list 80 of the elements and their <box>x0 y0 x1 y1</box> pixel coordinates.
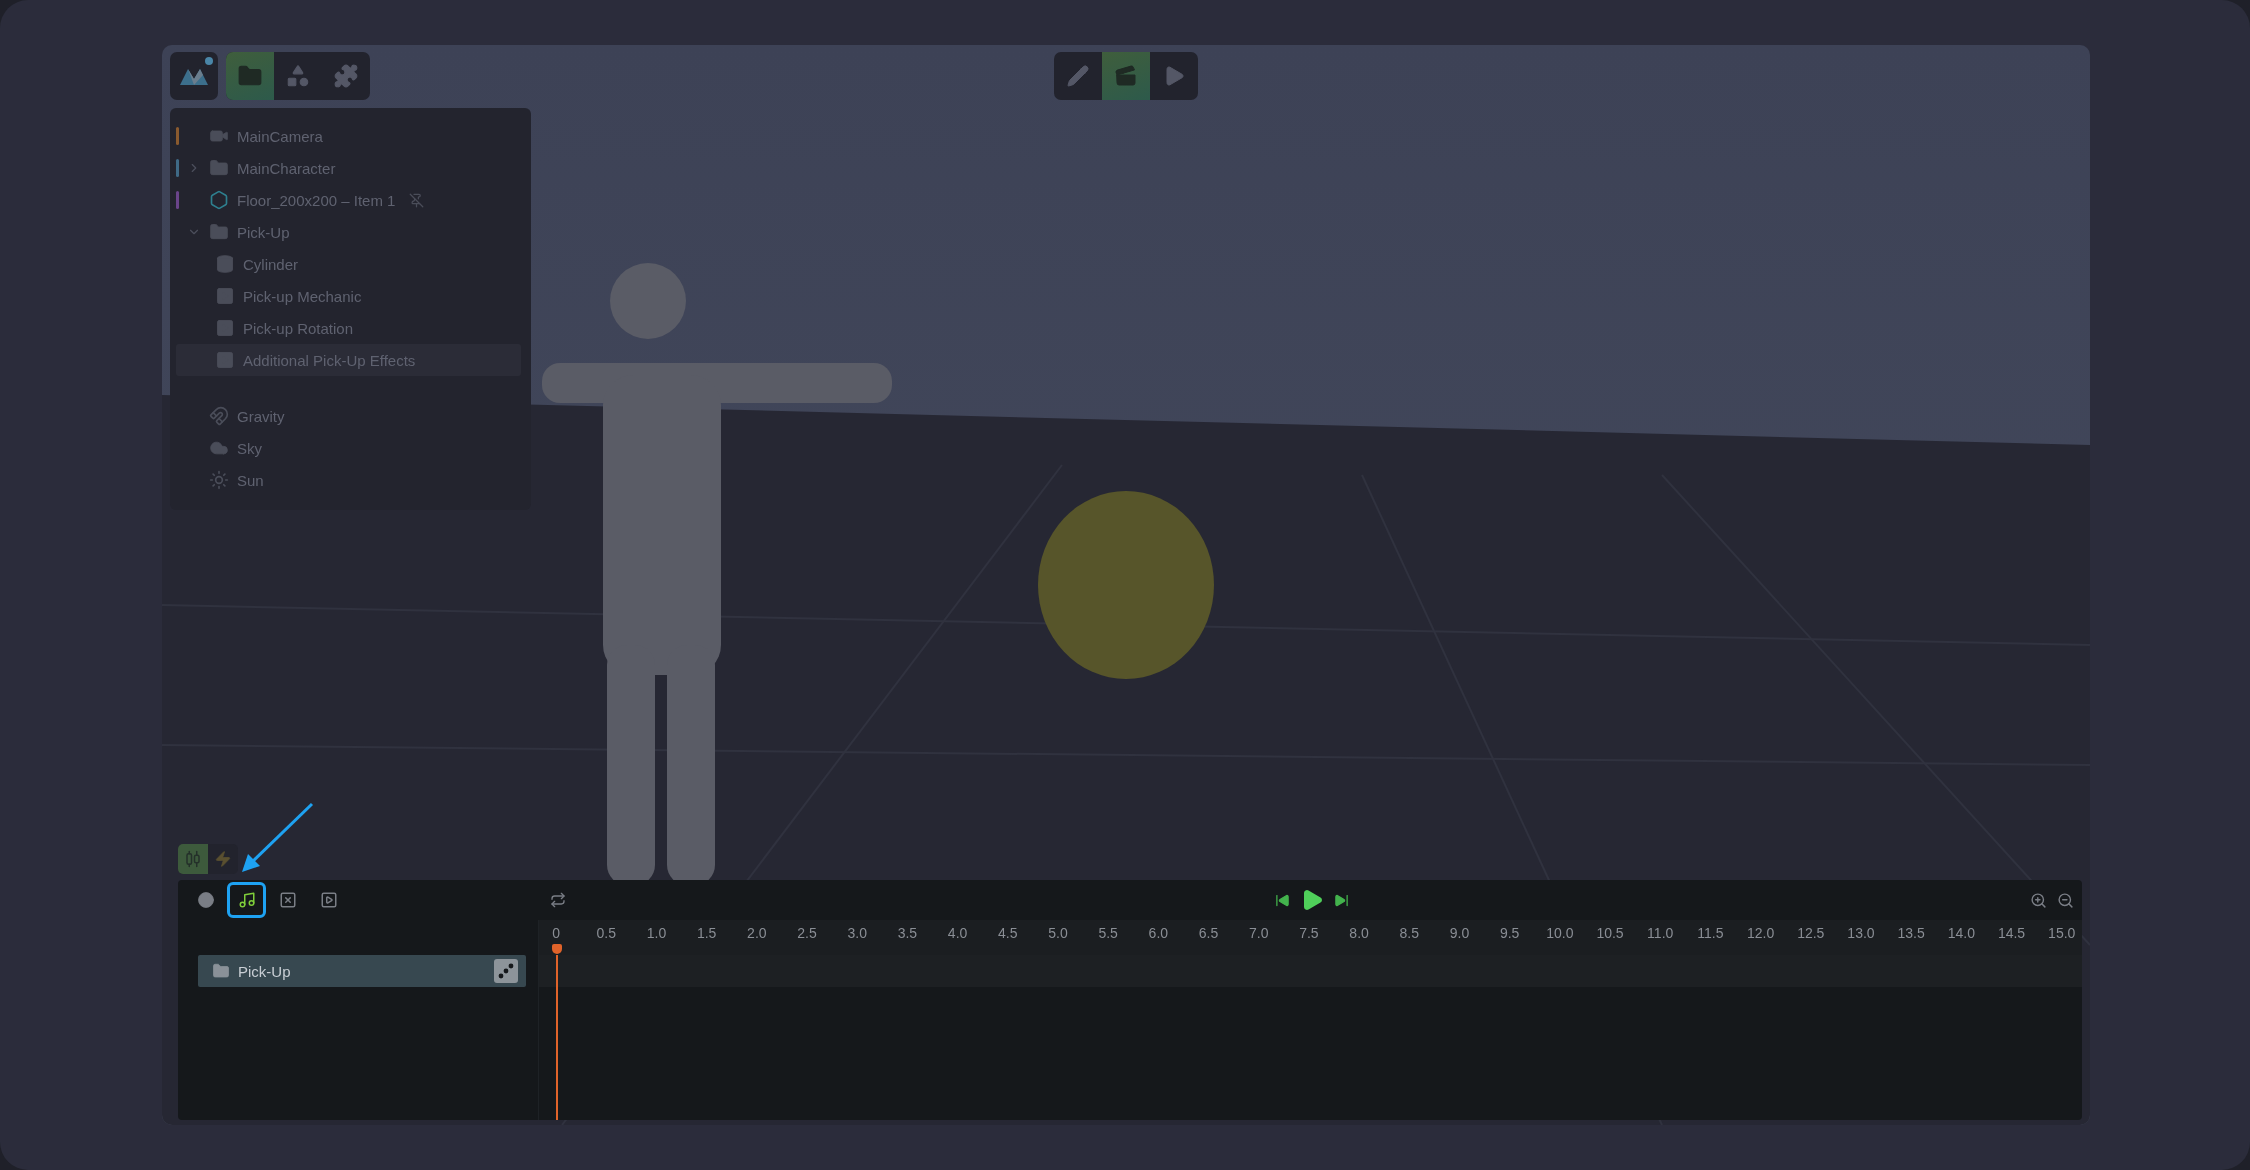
pencil-icon <box>1066 64 1090 88</box>
hierarchy-item[interactable]: Pick-Up <box>176 216 521 248</box>
time-label: 9.0 <box>1448 925 1471 941</box>
time-label: 12.5 <box>1796 925 1826 941</box>
folder-icon <box>212 962 230 980</box>
item-label: Additional Pick-Up Effects <box>243 351 416 369</box>
time-label: 14.0 <box>1946 925 1976 941</box>
dots-curve-icon <box>498 963 514 979</box>
time-label: 1.0 <box>645 925 668 941</box>
time-label: 7.5 <box>1298 925 1320 941</box>
track-label: Pick-Up <box>238 962 291 980</box>
time-label: 3.0 <box>846 925 868 941</box>
time-label: 3.5 <box>896 925 919 941</box>
puzzle-icon <box>333 63 359 89</box>
item-label: Pick-up Mechanic <box>243 287 362 305</box>
folder-icon <box>209 222 229 242</box>
hierarchy-item[interactable]: Pick-up Mechanic <box>176 280 521 312</box>
hierarchy-item[interactable]: Pick-up Rotation <box>176 312 521 344</box>
time-label: 0 <box>551 925 561 941</box>
time-label: 4.0 <box>946 925 969 941</box>
sun-icon <box>209 470 229 490</box>
zoom-in-icon <box>2029 891 2047 909</box>
hierarchy-item[interactable]: Floor_200x200 – Item 1 <box>176 184 521 216</box>
item-label: Sky <box>237 439 262 457</box>
item-label: MainCamera <box>237 127 323 145</box>
loop-icon <box>550 892 566 908</box>
tracks-icon <box>184 850 202 868</box>
time-label: 2.5 <box>796 925 818 941</box>
time-label: 11.0 <box>1646 925 1675 941</box>
time-label: 8.5 <box>1398 925 1420 941</box>
time-label: 14.5 <box>1996 925 2027 941</box>
time-label: 13.0 <box>1846 925 1876 941</box>
skip-forward-icon <box>1333 892 1349 908</box>
item-label: Gravity <box>237 407 285 425</box>
time-label: 6.5 <box>1197 925 1220 941</box>
time-label: 10.0 <box>1545 925 1575 941</box>
item-label: Pick-Up <box>237 223 290 241</box>
shapes-icon <box>285 63 311 89</box>
timeline-track[interactable]: Pick-Up <box>198 955 526 987</box>
time-label: 0.5 <box>595 925 617 941</box>
hierarchy-item[interactable]: Additional Pick-Up Effects <box>176 344 521 376</box>
time-label: 7.0 <box>1248 925 1270 941</box>
time-label: 10.5 <box>1595 925 1625 941</box>
curve-button[interactable] <box>494 959 518 983</box>
time-label: 1.5 <box>695 925 718 941</box>
time-label: 8.0 <box>1348 925 1370 941</box>
time-label: 2.0 <box>746 925 768 941</box>
item-label: Floor_200x200 – Item 1 <box>237 191 396 209</box>
hierarchy-item[interactable]: Cylinder <box>176 248 521 280</box>
logo-button[interactable] <box>170 52 218 100</box>
item-label: Sun <box>237 471 264 489</box>
clapperboard-icon <box>1114 64 1138 88</box>
add-track-button[interactable] <box>227 882 266 918</box>
zoom-out-icon <box>2056 891 2074 909</box>
folder-icon <box>209 158 229 178</box>
cylinder-icon <box>215 254 235 274</box>
item-label: Pick-up Rotation <box>243 319 354 337</box>
time-label: 11.5 <box>1696 925 1725 941</box>
lightning-icon <box>214 850 232 868</box>
item-label: MainCharacter <box>237 159 336 177</box>
playhead-handle[interactable] <box>552 944 562 954</box>
time-label: 5.5 <box>1097 925 1119 941</box>
time-label: 4.5 <box>997 925 1019 941</box>
hierarchy-item[interactable]: Sun <box>176 464 521 496</box>
time-label: 13.5 <box>1896 925 1926 941</box>
hierarchy-item[interactable]: MainCamera <box>176 120 521 152</box>
time-label: 15.0 <box>2047 925 2077 941</box>
skip-back-icon <box>1274 892 1290 908</box>
time-label: 5.0 <box>1047 925 1069 941</box>
mode-tab[interactable] <box>1102 52 1150 100</box>
hierarchy-item[interactable]: Gravity <box>176 400 521 432</box>
time-label: 9.5 <box>1498 925 1521 941</box>
hierarchy-item[interactable]: Sky <box>176 432 521 464</box>
magnet-icon <box>209 406 229 426</box>
panel-tab[interactable] <box>226 52 274 100</box>
hexagon-icon <box>209 190 229 210</box>
item-label: Cylinder <box>243 255 299 273</box>
time-label: 6.0 <box>1147 925 1170 941</box>
time-label: 12.0 <box>1745 925 1776 941</box>
hierarchy-item[interactable]: MainCharacter <box>176 152 521 184</box>
